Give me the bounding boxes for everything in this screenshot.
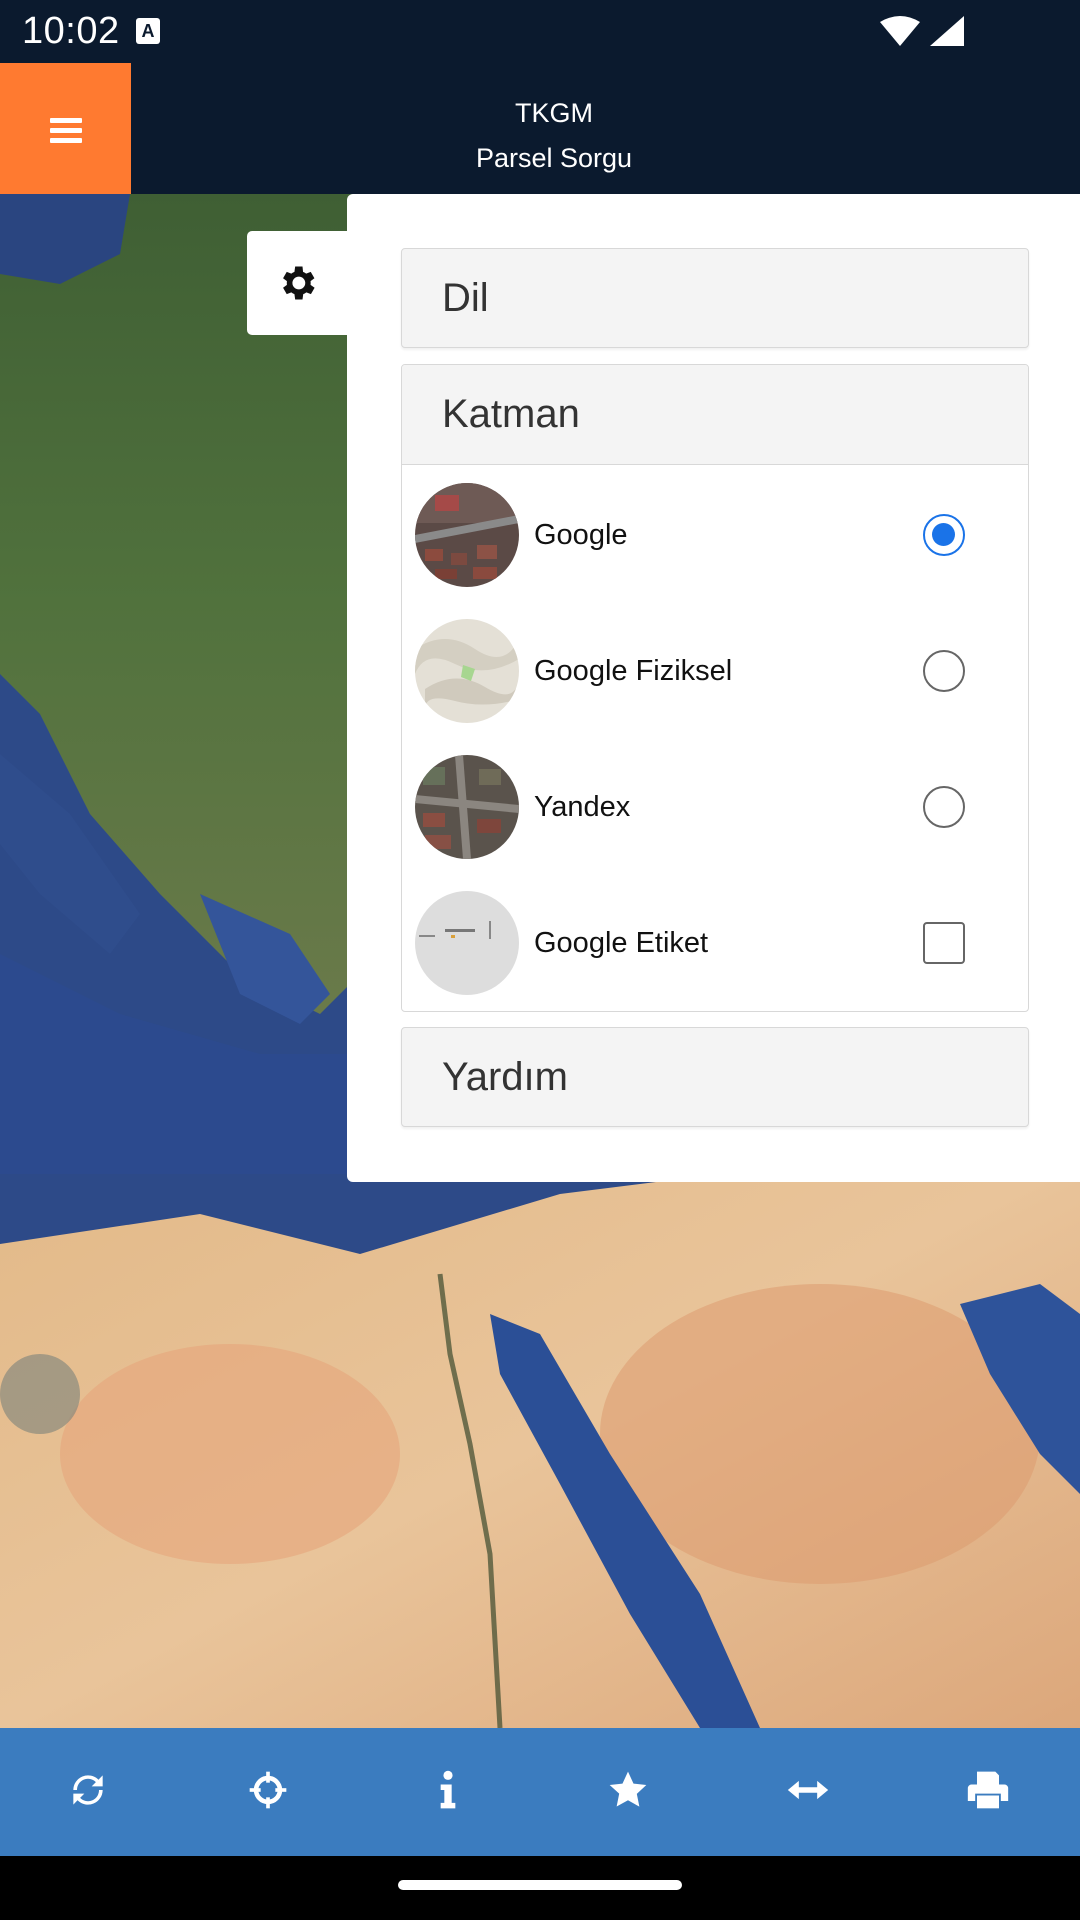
measure-arrows-icon: [787, 1780, 829, 1800]
layer-label-google: Google: [534, 519, 628, 551]
locate-button[interactable]: [180, 1728, 360, 1856]
layer-radio-yandex[interactable]: [923, 786, 965, 828]
menu-button[interactable]: [0, 63, 131, 194]
layer-row-yandex[interactable]: Yandex: [402, 739, 1028, 875]
crosshair-icon: [249, 1771, 287, 1809]
accordion-language[interactable]: Dil: [401, 248, 1029, 348]
accordion-layers-header[interactable]: Katman: [402, 365, 1028, 465]
info-button[interactable]: [360, 1728, 540, 1856]
accordion-help[interactable]: Yardım: [401, 1027, 1029, 1127]
settings-tab[interactable]: [247, 231, 347, 335]
layer-label-yandex: Yandex: [534, 791, 631, 823]
home-gesture-handle[interactable]: [398, 1880, 682, 1890]
status-bar: 10:02 A: [0, 0, 1080, 63]
notification-icon: A: [136, 18, 160, 44]
status-time: 10:02: [22, 10, 120, 52]
cell-signal-icon: [930, 16, 964, 46]
app-title: TKGM: [515, 98, 593, 128]
print-button[interactable]: [900, 1728, 1080, 1856]
layer-thumbnail-google-etiket: [415, 891, 519, 995]
layer-thumbnail-yandex: [415, 755, 519, 859]
refresh-icon: [73, 1775, 103, 1805]
print-icon: [967, 1771, 1009, 1809]
info-icon: [440, 1770, 456, 1809]
accordion-layers: Katman Google Google Fiziksel Yandex Goo…: [401, 364, 1029, 1012]
favorites-button[interactable]: [540, 1728, 720, 1856]
app-subtitle: Parsel Sorgu: [475, 143, 633, 173]
gear-icon: [283, 266, 315, 300]
layer-radio-google[interactable]: [923, 514, 965, 556]
layer-label-google-etiket: Google Etiket: [534, 927, 709, 959]
wifi-icon: [880, 16, 964, 46]
layer-label-google-fiziksel: Google Fiziksel: [534, 655, 733, 687]
app-header: TKGM Parsel Sorgu: [0, 63, 1080, 194]
refresh-button[interactable]: [0, 1728, 180, 1856]
measure-button[interactable]: [720, 1728, 900, 1856]
star-icon: [609, 1771, 647, 1807]
layer-radio-google-fiziksel[interactable]: [923, 650, 965, 692]
layer-thumbnail-google: [415, 483, 519, 587]
settings-panel: Dil Katman Google Google Fiziksel Yandex…: [347, 194, 1080, 1182]
bottom-toolbar: [0, 1728, 1080, 1856]
layer-thumbnail-google-fiziksel: [415, 619, 519, 723]
system-nav-bar: [0, 1856, 1080, 1920]
layer-row-google[interactable]: Google: [402, 467, 1028, 603]
layer-checkbox-google-etiket[interactable]: [923, 922, 965, 964]
layer-row-google-fiziksel[interactable]: Google Fiziksel: [402, 603, 1028, 739]
layer-row-google-etiket[interactable]: Google Etiket: [402, 875, 1028, 1011]
